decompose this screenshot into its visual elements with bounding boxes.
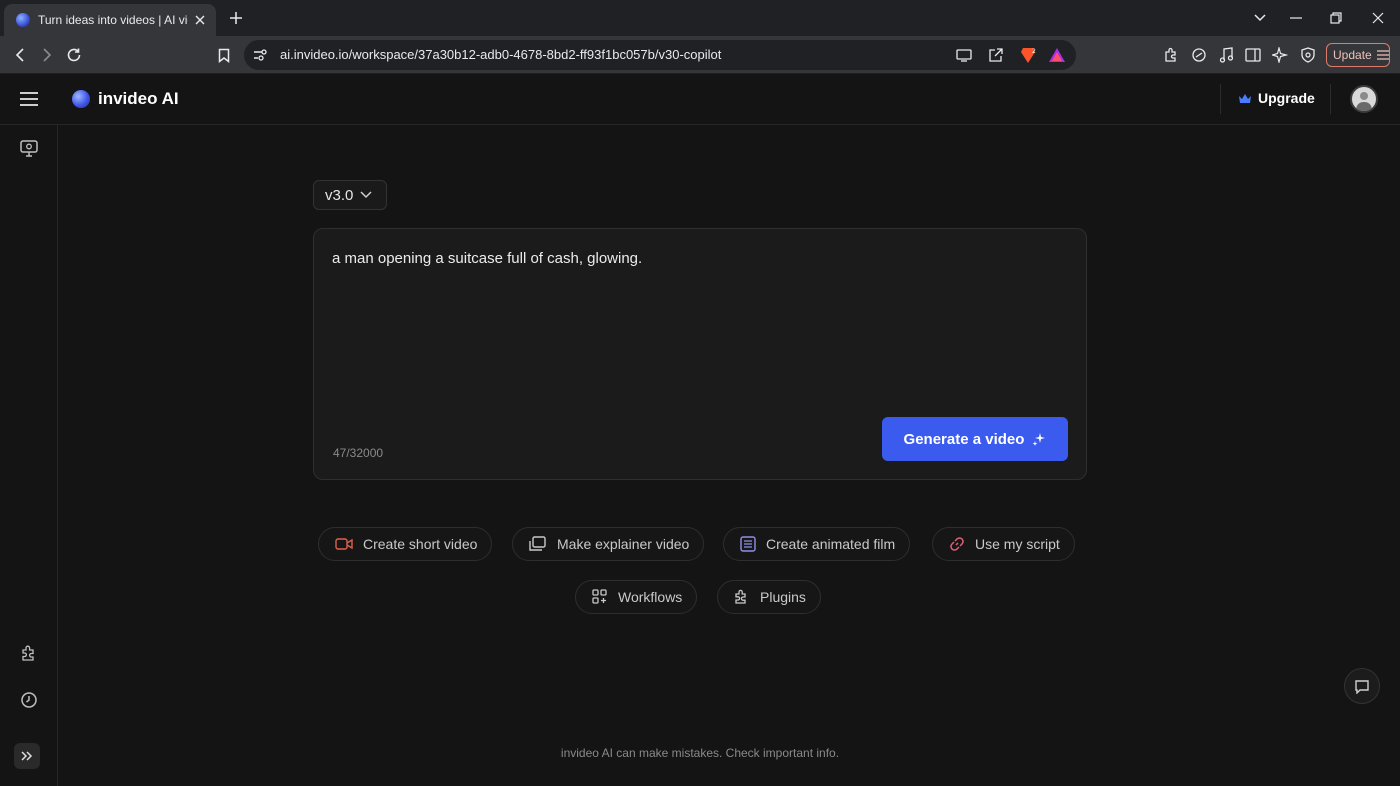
chat-support-button[interactable] bbox=[1344, 668, 1380, 704]
version-dropdown[interactable]: v3.0 bbox=[313, 180, 387, 210]
chip-label: Workflows bbox=[618, 589, 683, 605]
prompt-text[interactable]: a man opening a suitcase full of cash, g… bbox=[332, 250, 642, 267]
chip-label: Use my script bbox=[975, 536, 1060, 552]
new-tab-icon[interactable] bbox=[226, 8, 246, 28]
sparkle-icon bbox=[1032, 433, 1046, 446]
cast-icon[interactable] bbox=[954, 45, 974, 65]
forward-icon[interactable] bbox=[37, 45, 57, 65]
chip-label: Create short video bbox=[363, 536, 478, 552]
workflows-grid-icon bbox=[592, 589, 607, 604]
monitor-idea-icon bbox=[20, 140, 38, 157]
back-icon[interactable] bbox=[10, 45, 30, 65]
use-my-script-chip[interactable]: Use my script bbox=[932, 527, 1075, 561]
brand-logo[interactable]: invideo AI bbox=[72, 89, 179, 109]
chip-label: Create animated film bbox=[766, 536, 896, 552]
share-icon[interactable] bbox=[985, 45, 1005, 65]
sidebar bbox=[0, 125, 58, 786]
sidebar-toggle-icon[interactable] bbox=[1243, 45, 1263, 65]
create-animated-film-chip[interactable]: Create animated film bbox=[723, 527, 911, 561]
sidebar-item-history[interactable] bbox=[17, 688, 41, 712]
header-divider bbox=[1220, 84, 1221, 114]
url-text[interactable]: ai.invideo.io/workspace/37a30b12-adb0-46… bbox=[280, 47, 721, 62]
generate-video-button[interactable]: Generate a video bbox=[882, 417, 1068, 461]
disclaimer-text: invideo AI can make mistakes. Check impo… bbox=[560, 746, 840, 760]
character-counter: 47/32000 bbox=[333, 446, 384, 460]
chip-label: Make explainer video bbox=[557, 536, 690, 552]
leo-ai-icon[interactable] bbox=[1189, 45, 1209, 65]
header-divider bbox=[1330, 84, 1331, 114]
crown-icon bbox=[1239, 93, 1251, 103]
tab-search-chevron-icon[interactable] bbox=[1250, 8, 1270, 28]
generate-label: Generate a video bbox=[903, 430, 1025, 448]
clock-icon bbox=[21, 692, 37, 708]
tab-close-icon[interactable] bbox=[192, 12, 208, 28]
site-settings-icon[interactable] bbox=[250, 45, 270, 65]
make-explainer-video-chip[interactable]: Make explainer video bbox=[512, 527, 705, 561]
browser-tab[interactable]: Turn ideas into videos | AI video bbox=[4, 4, 216, 36]
sidebar-item-plugins[interactable] bbox=[17, 641, 41, 665]
explainer-icon bbox=[529, 536, 546, 551]
tab-title: Turn ideas into videos | AI video bbox=[38, 13, 188, 27]
plugins-chip[interactable]: Plugins bbox=[717, 580, 821, 614]
reload-icon[interactable] bbox=[64, 45, 84, 65]
brand-name: invideo AI bbox=[98, 89, 179, 108]
puzzle-icon bbox=[22, 645, 34, 661]
workflows-chip[interactable]: Workflows bbox=[575, 580, 698, 614]
list-doc-icon bbox=[740, 536, 756, 552]
browser-menu-icon bbox=[1376, 50, 1389, 60]
link-icon bbox=[950, 537, 964, 551]
invideo-logo-icon bbox=[72, 90, 90, 108]
browser-tab-bar: Turn ideas into videos | AI video bbox=[0, 0, 1400, 36]
minimize-icon[interactable] bbox=[1286, 8, 1306, 28]
extensions-icon[interactable] bbox=[1161, 45, 1181, 65]
sidebar-item-projects[interactable] bbox=[17, 136, 41, 160]
brave-shields-icon[interactable]: 2 bbox=[1018, 45, 1038, 65]
brave-rewards-icon[interactable] bbox=[1047, 45, 1067, 65]
upgrade-button[interactable]: Upgrade bbox=[1238, 90, 1315, 106]
bookmark-icon[interactable] bbox=[214, 45, 234, 65]
create-short-video-chip[interactable]: Create short video bbox=[318, 527, 493, 561]
vpn-shield-icon[interactable] bbox=[1298, 45, 1318, 65]
window-close-icon[interactable] bbox=[1368, 8, 1388, 28]
url-host: ai.invideo.io bbox=[280, 47, 349, 62]
update-label: Update bbox=[1333, 48, 1372, 62]
invideo-favicon-icon bbox=[16, 13, 30, 27]
avatar[interactable] bbox=[1350, 85, 1378, 113]
media-music-icon[interactable] bbox=[1216, 45, 1236, 65]
version-label: v3.0 bbox=[325, 186, 354, 204]
svg-text:2: 2 bbox=[1032, 48, 1036, 55]
hamburger-menu-icon[interactable] bbox=[17, 87, 41, 111]
url-path: /workspace/37a30b12-adb0-4678-8bd2-ff93f… bbox=[348, 47, 722, 62]
puzzle-icon bbox=[735, 589, 746, 604]
chip-label: Plugins bbox=[760, 589, 806, 605]
chevron-down-icon bbox=[360, 191, 372, 199]
restore-icon[interactable] bbox=[1326, 8, 1346, 28]
app-header bbox=[0, 74, 1400, 125]
chat-bubble-icon bbox=[1355, 679, 1369, 694]
ai-sparkle-icon[interactable] bbox=[1270, 45, 1290, 65]
browser-update-button[interactable]: Update bbox=[1326, 43, 1390, 67]
video-camera-icon bbox=[335, 538, 353, 550]
upgrade-label: Upgrade bbox=[1258, 90, 1315, 106]
